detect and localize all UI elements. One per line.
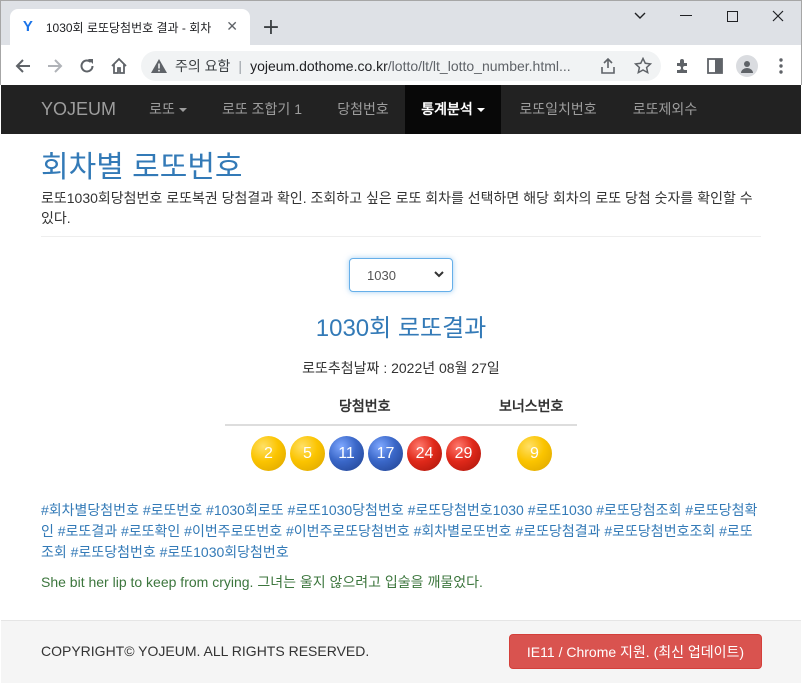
share-icon[interactable] <box>596 54 620 78</box>
favicon-icon: Y <box>22 18 33 35</box>
lotto-ball: 2 <box>251 436 286 471</box>
forward-button[interactable] <box>43 54 67 78</box>
reload-button[interactable] <box>75 54 99 78</box>
url-separator: | <box>238 58 243 74</box>
profile-avatar-icon[interactable] <box>736 55 758 77</box>
maximize-icon <box>726 10 738 22</box>
url-host: yojeum.dothome.co.kr <box>250 58 388 74</box>
divider <box>41 236 761 237</box>
bonus-ball: 9 <box>517 436 552 471</box>
security-warning-text[interactable]: 주의 요함 <box>175 56 230 76</box>
tab-title: 1030회 로또당첨번호 결과 - 회차 <box>45 20 212 35</box>
brand-logo[interactable]: YOJEUM <box>41 85 116 134</box>
extensions-icon[interactable] <box>671 54 695 78</box>
maximize-button[interactable] <box>709 1 755 31</box>
page-description: 로또1030회당첨번호 로또복권 당첨결과 확인. 조회하고 싶은 로또 회차를… <box>41 190 753 226</box>
lotto-ball: 17 <box>368 436 403 471</box>
minimize-icon <box>680 15 692 16</box>
bonus-number-header: 보너스번호 <box>499 398 564 414</box>
browser-toolbar: 주의 요함 | yojeum.dothome.co.kr/lotto/lt/lt… <box>1 45 801 86</box>
caret-down-icon <box>476 108 485 113</box>
lotto-ball: 29 <box>446 436 481 471</box>
hashtag-links[interactable]: #회차별당첨번호 #로또번호 #1030회로또 #로또1030당첨번호 #로또당… <box>41 500 763 563</box>
browser-tab[interactable]: Y 1030회 로또당첨번호 결과 - 회차 ✕ <box>10 9 250 45</box>
page-title: 회차별 로또번호 <box>41 151 243 184</box>
browser-support-button[interactable]: IE11 / Chrome 지원. (최신 업데이트) <box>509 634 762 669</box>
nav-item-label: 통계분석 <box>421 101 473 117</box>
header-underline <box>225 424 577 426</box>
copyright-text: COPYRIGHT© YOJEUM. ALL RIGHTS RESERVED. <box>41 643 370 659</box>
forward-arrow-icon <box>48 59 63 73</box>
back-button[interactable] <box>11 54 35 78</box>
chevron-down-icon <box>434 271 444 278</box>
chevron-down-icon <box>634 12 646 19</box>
site-navbar: YOJEUM 로또 로또 조합기 1 당첨번호 통계분석 로또일치번호 로또제외… <box>1 85 801 134</box>
tab-search-button[interactable] <box>617 1 663 31</box>
url-path: /lotto/lt/lt_lotto_number.html... <box>387 58 571 74</box>
winning-numbers-header: 당첨번호 <box>339 398 391 414</box>
lotto-ball: 5 <box>290 436 325 471</box>
close-window-button[interactable] <box>755 1 801 31</box>
round-select-value: 1030 <box>367 267 396 283</box>
reload-icon <box>80 59 94 73</box>
browser-menu-icon[interactable] <box>769 54 793 78</box>
draw-title: 1030회 로또결과 <box>315 315 487 342</box>
home-button[interactable] <box>107 54 131 78</box>
quote-text: She bit her lip to keep from crying. 그녀는… <box>41 574 483 590</box>
draw-date: 로또추첨날짜 : 2022년 08월 27일 <box>302 360 500 376</box>
nav-item-winning-numbers[interactable]: 당첨번호 <box>321 85 405 134</box>
main-content: 회차별 로또번호 로또1030회당첨번호 로또복권 당첨결과 확인. 조회하고 … <box>0 134 802 620</box>
home-icon <box>111 57 127 74</box>
nav-item-excluded-numbers[interactable]: 로또제외수 <box>616 85 714 134</box>
caret-down-icon <box>178 108 187 113</box>
nav-item-combinator[interactable]: 로또 조합기 1 <box>206 85 318 134</box>
lotto-ball: 24 <box>407 436 442 471</box>
browser-chrome: Y 1030회 로또당첨번호 결과 - 회차 ✕ + 주의 요함 | yojeu… <box>0 0 802 86</box>
close-icon <box>772 10 784 22</box>
nav-item-label: 로또 <box>149 101 175 117</box>
lotto-ball: 11 <box>329 436 364 471</box>
tab-strip: Y 1030회 로또당첨번호 결과 - 회차 ✕ + <box>1 1 801 45</box>
bookmark-star-icon[interactable] <box>631 54 655 78</box>
back-arrow-icon <box>15 59 30 73</box>
site-footer: COPYRIGHT© YOJEUM. ALL RIGHTS RESERVED. … <box>1 620 801 683</box>
warning-icon[interactable] <box>151 58 167 74</box>
round-select[interactable]: 1030 <box>349 258 453 292</box>
new-tab-button[interactable]: + <box>259 17 283 39</box>
side-panel-icon[interactable] <box>703 54 727 78</box>
address-bar[interactable]: 주의 요함 | yojeum.dothome.co.kr/lotto/lt/lt… <box>141 51 661 81</box>
tab-close-icon[interactable]: ✕ <box>224 19 240 35</box>
nav-item-lotto[interactable]: 로또 <box>133 85 203 134</box>
nav-item-statistics[interactable]: 통계분석 <box>405 85 501 134</box>
nav-item-matching-numbers[interactable]: 로또일치번호 <box>502 85 614 134</box>
minimize-button[interactable] <box>663 1 709 31</box>
url-text[interactable]: yojeum.dothome.co.kr/lotto/lt/lt_lotto_n… <box>250 58 590 74</box>
